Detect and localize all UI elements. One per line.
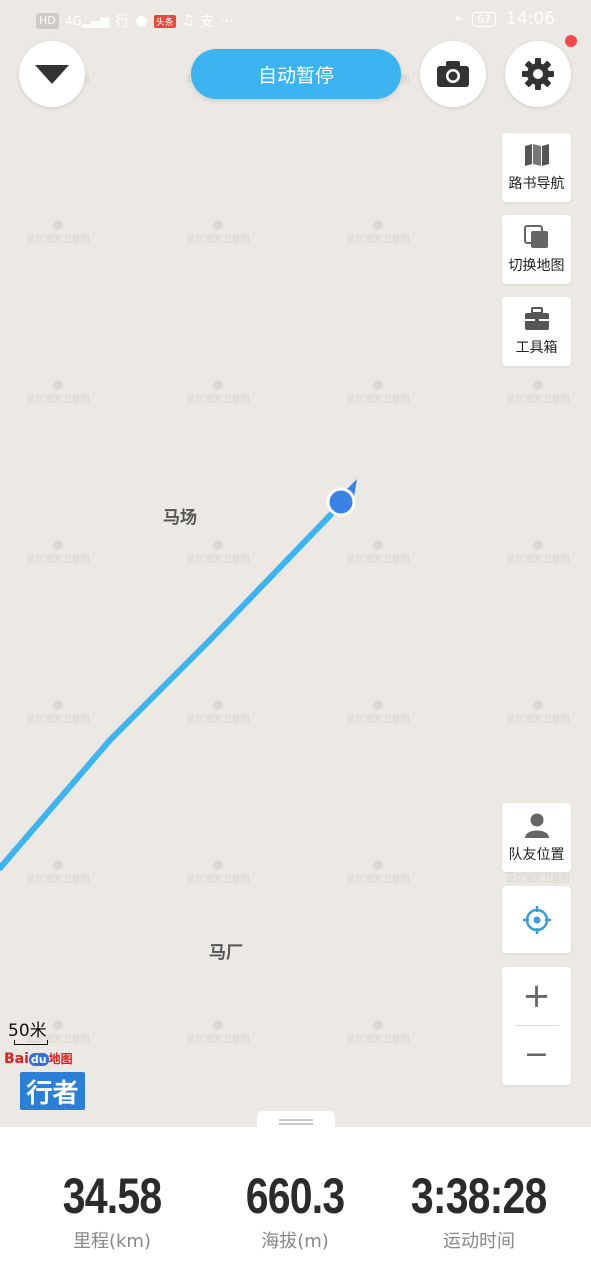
zoom-out-button[interactable]: − — [524, 1026, 549, 1084]
battery-indicator: 67 — [472, 11, 496, 27]
hd-indicator: HD — [36, 13, 59, 29]
altitude-stat: 660.3 海拔(m) — [200, 1167, 390, 1253]
stats-panel: 34.58 里程(km) 660.3 海拔(m) 3:38:28 运动时间 — [0, 1127, 591, 1280]
camera-icon — [437, 61, 469, 87]
duration-stat: 3:38:28 运动时间 — [384, 1167, 574, 1253]
gear-icon — [522, 58, 554, 90]
altitude-label: 海拔(m) — [261, 1231, 329, 1252]
roadbook-nav-label: 路书导航 — [508, 175, 565, 192]
status-bar: HD 4G▂▄▆ 行 ● 头条 ♫ 支 ⋯ ⌖ 67 14:06 — [0, 0, 591, 40]
current-location-marker — [326, 487, 356, 517]
zoom-in-button[interactable]: + — [522, 967, 551, 1025]
app-notification-label: 行 — [115, 14, 130, 30]
xingzhe-app-logo: 行者 — [20, 1072, 85, 1110]
scale-bar — [14, 1040, 48, 1045]
locate-me-button[interactable] — [502, 886, 571, 953]
switch-map-label: 切换地图 — [508, 257, 565, 274]
clock: 14:06 — [506, 9, 555, 29]
music-icon: ♫ — [181, 13, 195, 29]
distance-label: 里程(km) — [72, 1231, 151, 1252]
signal-icon: 4G▂▄▆ — [64, 14, 110, 28]
teammate-location-label: 队友位置 — [508, 846, 565, 863]
location-icon: ⌖ — [454, 11, 462, 27]
more-notifications-icon: ⋯ — [220, 13, 235, 29]
toolbox-icon — [524, 306, 549, 330]
place-label-machang: 马场 — [163, 508, 197, 528]
distance-value: 34.58 — [62, 1168, 162, 1224]
camera-button[interactable] — [420, 41, 486, 107]
auto-pause-button[interactable]: 自动暂停 — [191, 49, 401, 99]
wechat-icon: ● — [135, 13, 148, 29]
settings-button[interactable] — [505, 41, 571, 107]
duration-value: 3:38:28 — [411, 1168, 547, 1224]
baidu-map-logo: Bai du 地图 — [4, 1051, 73, 1067]
triangle-down-icon — [35, 65, 69, 84]
toolbox-button[interactable]: 工具箱 — [502, 297, 571, 366]
duration-label: 运动时间 — [443, 1231, 515, 1252]
toolbox-label: 工具箱 — [515, 339, 558, 356]
distance-stat: 34.58 里程(km) — [17, 1167, 207, 1253]
crosshair-icon — [522, 905, 551, 934]
teammate-location-button[interactable]: 队友位置 — [502, 803, 571, 872]
altitude-value: 660.3 — [245, 1168, 345, 1224]
alipay-icon: 支 — [200, 14, 215, 30]
roadbook-nav-button[interactable]: 路书导航 — [502, 133, 571, 202]
settings-notification-dot — [565, 35, 577, 47]
switch-map-button[interactable]: 切换地图 — [502, 215, 571, 284]
route-track — [0, 501, 344, 871]
news-icon: 头条 — [153, 14, 176, 28]
zoom-control: + − — [502, 967, 571, 1085]
collapse-button[interactable] — [19, 41, 85, 107]
person-icon — [524, 813, 549, 838]
place-label-machang-2: 马厂 — [209, 943, 243, 963]
map-book-icon — [524, 143, 549, 166]
layers-icon — [523, 224, 548, 248]
scale-label: 50米 — [8, 1021, 47, 1041]
baidu-paw-icon: du — [28, 1053, 49, 1066]
